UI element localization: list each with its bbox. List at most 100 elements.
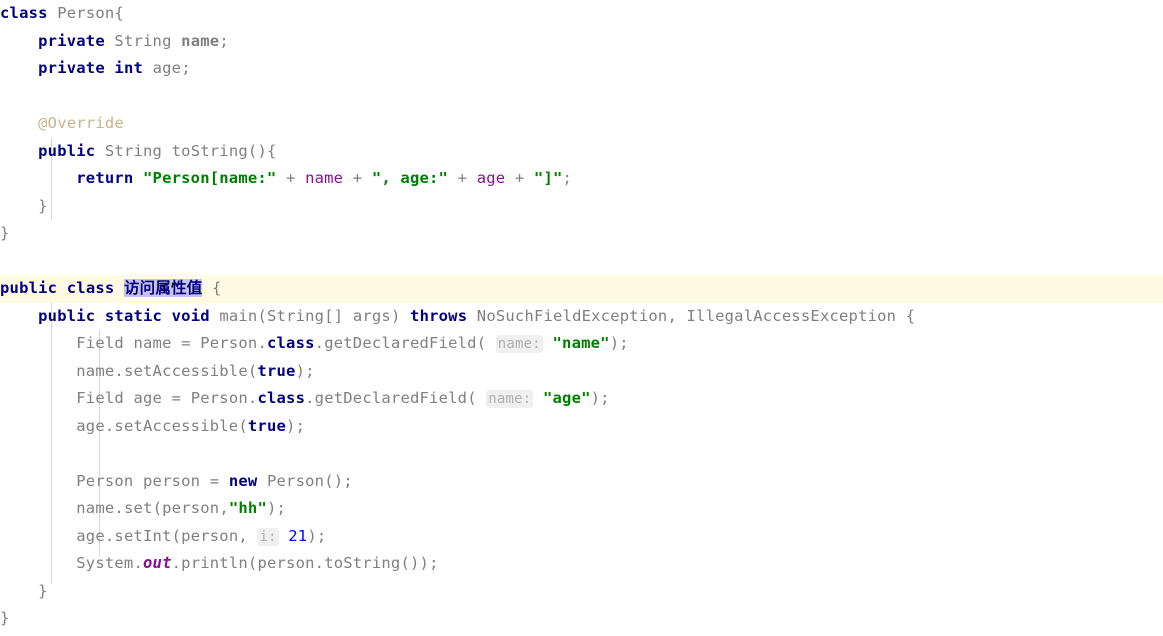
token-operator: + — [448, 169, 477, 187]
code-editor[interactable]: class Person{ private String name; priva… — [0, 0, 1163, 636]
token-keyword: static — [104, 306, 163, 325]
selected-class-name[interactable]: 访问属性值 — [123, 279, 203, 297]
token-punct: ); — [295, 361, 315, 380]
token-punct: . — [133, 554, 144, 572]
token-exception-type: IllegalAccessException — [686, 306, 897, 325]
token-method: setInt — [114, 526, 172, 545]
token-keyword: void — [171, 306, 210, 325]
code-line[interactable]: public String toString(){ — [0, 138, 1163, 166]
token-punct: } — [38, 581, 48, 600]
token-punct: ); — [286, 416, 306, 435]
token-punct: ); — [590, 389, 610, 407]
token-var: person — [257, 554, 315, 572]
token-keyword: new — [228, 471, 258, 490]
code-line[interactable]: Field age = Person.class.getDeclaredFiel… — [0, 385, 1163, 413]
token-field: age — [152, 59, 182, 77]
code-line-blank[interactable] — [0, 440, 1163, 468]
token-punct: . — [114, 361, 124, 380]
token-punct: { — [114, 4, 124, 22]
token-var: age — [76, 526, 105, 545]
token-punct: ; — [219, 31, 229, 50]
token-punct: ) — [390, 306, 411, 325]
token-method: setAccessible — [114, 416, 239, 435]
token-string: ", age:" — [371, 169, 449, 187]
token-operator: = — [171, 334, 201, 352]
code-line[interactable]: private String name; — [0, 28, 1163, 56]
parameter-hint: i: — [257, 527, 279, 546]
token-var: name — [76, 499, 115, 517]
code-line[interactable]: } — [0, 578, 1163, 606]
token-var: age — [76, 416, 105, 435]
token-punct: [] — [324, 306, 353, 325]
token-method: main — [219, 306, 258, 325]
token-var: person — [162, 499, 220, 517]
token-punct: } — [0, 609, 10, 627]
code-line[interactable]: } — [0, 605, 1163, 633]
code-line[interactable]: public static void main(String[] args) t… — [0, 303, 1163, 331]
token-method: set — [123, 499, 153, 517]
code-line[interactable]: name.setAccessible(true); — [0, 358, 1163, 386]
token-operator: + — [505, 169, 534, 187]
code-line[interactable]: @Override — [0, 110, 1163, 138]
code-line[interactable]: age.setInt(person, i: 21); — [0, 523, 1163, 551]
token-keyword: throws — [410, 306, 468, 325]
code-line[interactable]: class Person{ — [0, 0, 1163, 28]
token-punct: , — [238, 526, 258, 545]
code-line[interactable]: age.setAccessible(true); — [0, 413, 1163, 441]
code-line[interactable]: } — [0, 193, 1163, 221]
token-var: age — [133, 389, 163, 407]
token-punct: , — [219, 499, 229, 517]
token-punct: . — [104, 526, 115, 545]
token-exception-type: NoSuchFieldException — [476, 306, 668, 325]
token-operator: + — [343, 169, 372, 187]
token-punct: . — [114, 499, 124, 517]
token-type: String — [104, 141, 163, 160]
code-line[interactable]: name.set(person,"hh"); — [0, 495, 1163, 523]
token-type: Person — [76, 471, 134, 490]
token-annotation: @Override — [38, 114, 124, 132]
token-punct: ); — [609, 334, 629, 352]
code-line[interactable]: System.out.println(person.toString()); — [0, 550, 1163, 578]
code-line-blank[interactable] — [0, 83, 1163, 111]
code-line[interactable]: return "Person[name:" + name + ", age:" … — [0, 165, 1163, 193]
token-keyword: return — [76, 169, 134, 187]
code-line-blank[interactable] — [0, 248, 1163, 276]
token-field-ref: name — [305, 169, 344, 187]
code-line[interactable]: Field name = Person.class.getDeclaredFie… — [0, 330, 1163, 358]
token-punct: , — [667, 306, 687, 325]
token-punct: ( — [152, 499, 163, 517]
token-keyword: private — [38, 59, 105, 77]
token-type: System — [76, 554, 134, 572]
token-param: args — [352, 306, 391, 325]
token-type: Field — [76, 334, 124, 352]
token-number: 21 — [288, 526, 308, 545]
token-keyword: class — [66, 279, 115, 297]
code-line[interactable]: Person person = new Person(); — [0, 468, 1163, 496]
token-punct: ; — [562, 169, 573, 187]
token-operator: + — [276, 169, 306, 187]
code-line[interactable]: private int age; — [0, 55, 1163, 83]
token-type: Field — [76, 389, 124, 407]
token-operator: = — [200, 471, 229, 490]
code-line[interactable]: } — [0, 220, 1163, 248]
token-punct: . — [257, 334, 267, 352]
code-line-current[interactable]: public class 访问属性值 { — [0, 275, 1163, 303]
token-punct: { — [202, 279, 222, 297]
